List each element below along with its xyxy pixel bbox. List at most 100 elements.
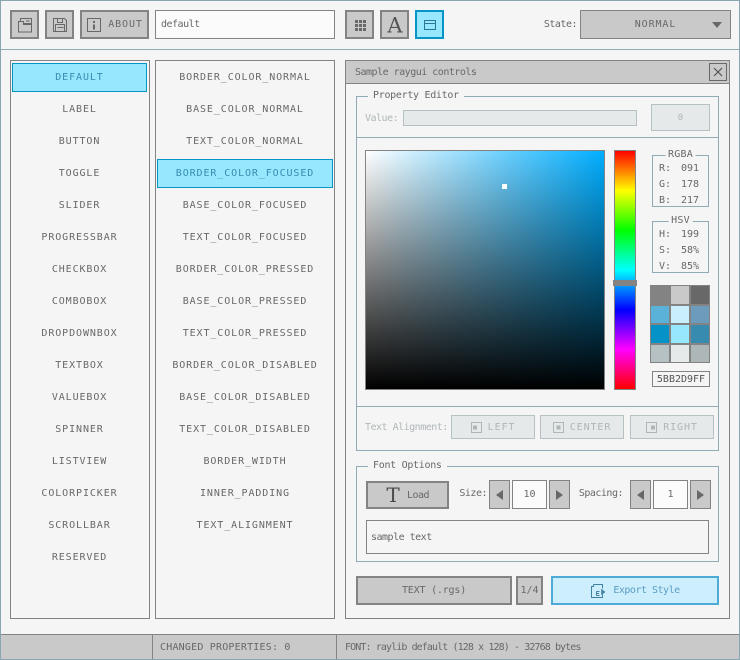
property-item-text_color_normal[interactable]: TEXT_COLOR_NORMAL xyxy=(157,127,333,156)
property-item-text_color_pressed[interactable]: TEXT_COLOR_PRESSED xyxy=(157,319,333,348)
property-item-border_color_focused[interactable]: BORDER_COLOR_FOCUSED xyxy=(157,159,333,188)
sample-text: sample text xyxy=(371,531,432,543)
controls-view-button[interactable] xyxy=(415,10,444,39)
hex-value: 5BB2D9FF xyxy=(656,373,706,385)
property-item-base_color_disabled[interactable]: BASE_COLOR_DISABLED xyxy=(157,383,333,412)
control-item-valuebox[interactable]: VALUEBOX xyxy=(12,383,147,412)
status-changed-properties: CHANGED PROPERTIES: 0 xyxy=(152,634,337,660)
control-item-textbox[interactable]: TEXTBOX xyxy=(12,351,147,380)
spacing-decrease-button[interactable] xyxy=(630,480,651,509)
export-text-label: TEXT (.rgs) xyxy=(401,585,467,596)
palette-swatch[interactable] xyxy=(671,344,689,362)
align-right-icon xyxy=(646,421,658,433)
control-item-toggle[interactable]: TOGGLE xyxy=(12,159,147,188)
palette-swatch[interactable] xyxy=(651,305,669,323)
size-decrease-button[interactable] xyxy=(489,480,510,509)
style-color-palette[interactable] xyxy=(650,285,710,363)
align-center-button[interactable]: CENTER xyxy=(540,415,624,439)
control-item-default[interactable]: DEFAULT xyxy=(12,63,147,92)
value-input[interactable] xyxy=(403,110,637,126)
style-name-input[interactable] xyxy=(155,10,335,39)
control-item-slider[interactable]: SLIDER xyxy=(12,191,147,220)
spacing-label: Spacing: xyxy=(578,488,624,499)
palette-swatch[interactable] xyxy=(671,305,689,323)
control-item-dropdownbox[interactable]: DROPDOWNBOX xyxy=(12,319,147,348)
palette-swatch[interactable] xyxy=(691,344,709,362)
open-file-button[interactable] xyxy=(10,10,39,39)
control-item-scrollbar[interactable]: SCROLLBAR xyxy=(12,511,147,540)
control-item-colorpicker[interactable]: COLORPICKER xyxy=(12,479,147,508)
state-dropdown[interactable]: NORMAL xyxy=(580,10,731,39)
control-item-combobox[interactable]: COMBOBOX xyxy=(12,287,147,316)
window-title-bar: Sample raygui controls xyxy=(346,61,729,84)
palette-swatch[interactable] xyxy=(651,344,669,362)
status-left xyxy=(0,634,153,660)
rgba-row: B: 217 xyxy=(659,195,699,208)
property-item-border_width[interactable]: BORDER_WIDTH xyxy=(157,447,333,476)
status-font-info: FONT: raylib default (128 x 128) - 32768… xyxy=(336,634,740,660)
color-picker-cursor[interactable] xyxy=(502,184,507,189)
control-item-label[interactable]: LABEL xyxy=(12,95,147,124)
save-file-button[interactable] xyxy=(45,10,74,39)
font-a-glyph: A xyxy=(387,17,403,33)
hsv-row: S: 58% xyxy=(659,245,699,258)
control-item-checkbox[interactable]: CHECKBOX xyxy=(12,255,147,284)
control-item-reserved[interactable]: RESERVED xyxy=(12,543,147,572)
spacing-value-box[interactable]: 1 xyxy=(653,480,688,509)
rguistyler-app: { "toolbar": { "about_button": "ABOUT", … xyxy=(0,0,740,660)
hsv-row: H: 199 xyxy=(659,229,699,242)
control-item-button[interactable]: BUTTON xyxy=(12,127,147,156)
export-text-button[interactable]: TEXT (.rgs) xyxy=(356,576,512,605)
property-item-base_color_normal[interactable]: BASE_COLOR_NORMAL xyxy=(157,95,333,124)
property-item-base_color_pressed[interactable]: BASE_COLOR_PRESSED xyxy=(157,287,333,316)
font-view-button[interactable]: A xyxy=(380,10,409,39)
value-button[interactable]: 0 xyxy=(651,104,710,131)
page-button-label: 1/4 xyxy=(520,585,539,596)
property-item-inner_padding[interactable]: INNER_PADDING xyxy=(157,479,333,508)
palette-swatch[interactable] xyxy=(691,286,709,304)
control-item-listview[interactable]: LISTVIEW xyxy=(12,447,147,476)
palette-swatch[interactable] xyxy=(671,286,689,304)
hue-bar[interactable] xyxy=(614,150,636,390)
property-item-text_color_disabled[interactable]: TEXT_COLOR_DISABLED xyxy=(157,415,333,444)
close-icon xyxy=(713,67,723,77)
export-style-button[interactable]: Export Style xyxy=(551,576,719,605)
grid-icon xyxy=(352,17,368,33)
palette-swatch[interactable] xyxy=(651,325,669,343)
control-item-spinner[interactable]: SPINNER xyxy=(12,415,147,444)
property-item-text_color_focused[interactable]: TEXT_COLOR_FOCUSED xyxy=(157,223,333,252)
property-item-base_color_focused[interactable]: BASE_COLOR_FOCUSED xyxy=(157,191,333,220)
hsv-label: S: xyxy=(659,245,672,256)
sample-text-box[interactable]: sample text xyxy=(366,520,709,554)
property-item-text_alignment[interactable]: TEXT_ALIGNMENT xyxy=(157,511,333,540)
property-item-border_color_normal[interactable]: BORDER_COLOR_NORMAL xyxy=(157,63,333,92)
properties-listview[interactable]: BORDER_COLOR_NORMAL BASE_COLOR_NORMAL TEXT… xyxy=(155,60,335,619)
hsv-group: HSV H: 199 S: 58% V: 85% xyxy=(652,215,709,273)
save-icon xyxy=(52,17,68,33)
page-button[interactable]: 1/4 xyxy=(516,576,543,605)
hsv-label: V: xyxy=(659,261,672,272)
palette-swatch[interactable] xyxy=(691,305,709,323)
color-picker-panel[interactable] xyxy=(365,150,605,390)
value-label: Value: xyxy=(365,112,399,124)
hex-value-box[interactable]: 5BB2D9FF xyxy=(652,371,710,387)
property-item-border_color_disabled[interactable]: BORDER_COLOR_DISABLED xyxy=(157,351,333,380)
window-close-button[interactable] xyxy=(709,63,727,81)
hue-slider[interactable] xyxy=(613,280,637,286)
hsv-value: 58% xyxy=(680,245,699,256)
rgba-row: R: 091 xyxy=(659,163,699,176)
arrow-left-icon xyxy=(496,489,503,500)
control-item-progressbar[interactable]: PROGRESSBAR xyxy=(12,223,147,252)
property-item-border_color_pressed[interactable]: BORDER_COLOR_PRESSED xyxy=(157,255,333,284)
spacing-increase-button[interactable] xyxy=(690,480,711,509)
align-left-button[interactable]: LEFT xyxy=(451,415,535,439)
about-button[interactable]: ABOUT xyxy=(80,10,149,39)
align-right-button[interactable]: RIGHT xyxy=(630,415,714,439)
grid-snap-button[interactable] xyxy=(345,10,374,39)
state-label: State: xyxy=(543,19,578,30)
palette-swatch[interactable] xyxy=(691,325,709,343)
controls-listview[interactable]: DEFAULT LABEL BUTTON TOGGLE SLIDER PROGRESSBA… xyxy=(10,60,150,619)
rgba-value: 178 xyxy=(680,179,699,190)
palette-swatch[interactable] xyxy=(651,286,669,304)
palette-swatch[interactable] xyxy=(671,325,689,343)
